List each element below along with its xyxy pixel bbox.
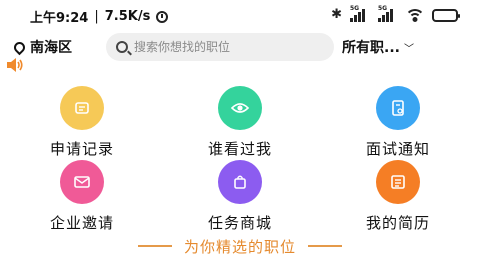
resume-icon [376,160,420,204]
grid-item-company-invitation[interactable]: 企业邀请 [12,160,152,240]
section-title-text: 为你精选的职位 [183,237,296,256]
position-filter-dropdown[interactable]: 所有职... ﹀ [342,37,414,57]
section-divider-left [137,245,172,247]
grid-label-task-mall: 任务商城 [207,214,272,232]
speaker-icon[interactable] [6,58,24,72]
header: 南海区 所有职... ﹀ [0,32,480,62]
signal-icon-2: 5G [378,5,398,22]
status-time: 上午9:24 [30,11,89,26]
filter-label: 所有职... [342,40,400,56]
grid-label-company-invitation: 企业邀请 [49,214,114,232]
network-speed: 7.5K/s [104,9,151,24]
shopping-bag-icon [218,160,262,204]
grid-label-who-viewed-me: 谁看过我 [207,140,272,158]
grid-item-interview-notice[interactable]: 面试通知 [328,86,468,166]
signal-tag: 5G [350,5,360,12]
wifi-icon [406,8,424,22]
signal-tag-2: 5G [378,5,388,12]
grid-label-application-records: 申请记录 [49,140,114,158]
location-pin-icon [11,39,28,55]
location-label: 南海区 [30,40,72,56]
bluetooth-icon: ✱ [331,7,342,22]
section-divider-right [308,245,342,247]
status-bar: 上午9:24 | 7.5K/s ✱ 5G 5G [0,0,480,30]
search-icon [116,41,128,53]
grid-item-task-mall[interactable]: 任务商城 [170,160,310,240]
clipboard-icon [60,86,104,130]
section-title: 为你精选的职位 [0,234,480,258]
battery-icon [432,9,460,22]
status-separator: | [94,9,99,24]
alarm-icon [156,10,169,23]
grid-item-application-records[interactable]: 申请记录 [12,86,152,166]
chevron-down-icon: ﹀ [403,43,414,55]
search-input[interactable] [134,40,324,54]
grid-item-my-resume[interactable]: 我的简历 [328,160,468,240]
envelope-icon [60,160,104,204]
grid-item-who-viewed-me[interactable]: 谁看过我 [170,86,310,166]
document-icon [376,86,420,130]
status-right: ✱ 5G 5G [331,5,460,22]
grid-label-my-resume: 我的简历 [365,214,430,232]
signal-icon: 5G [350,5,370,22]
eye-icon [218,86,262,130]
search-bar[interactable] [106,33,334,61]
status-left: 上午9:24 | 7.5K/s [30,7,169,26]
grid-label-interview-notice: 面试通知 [365,140,430,158]
location-selector[interactable]: 南海区 [11,37,72,57]
